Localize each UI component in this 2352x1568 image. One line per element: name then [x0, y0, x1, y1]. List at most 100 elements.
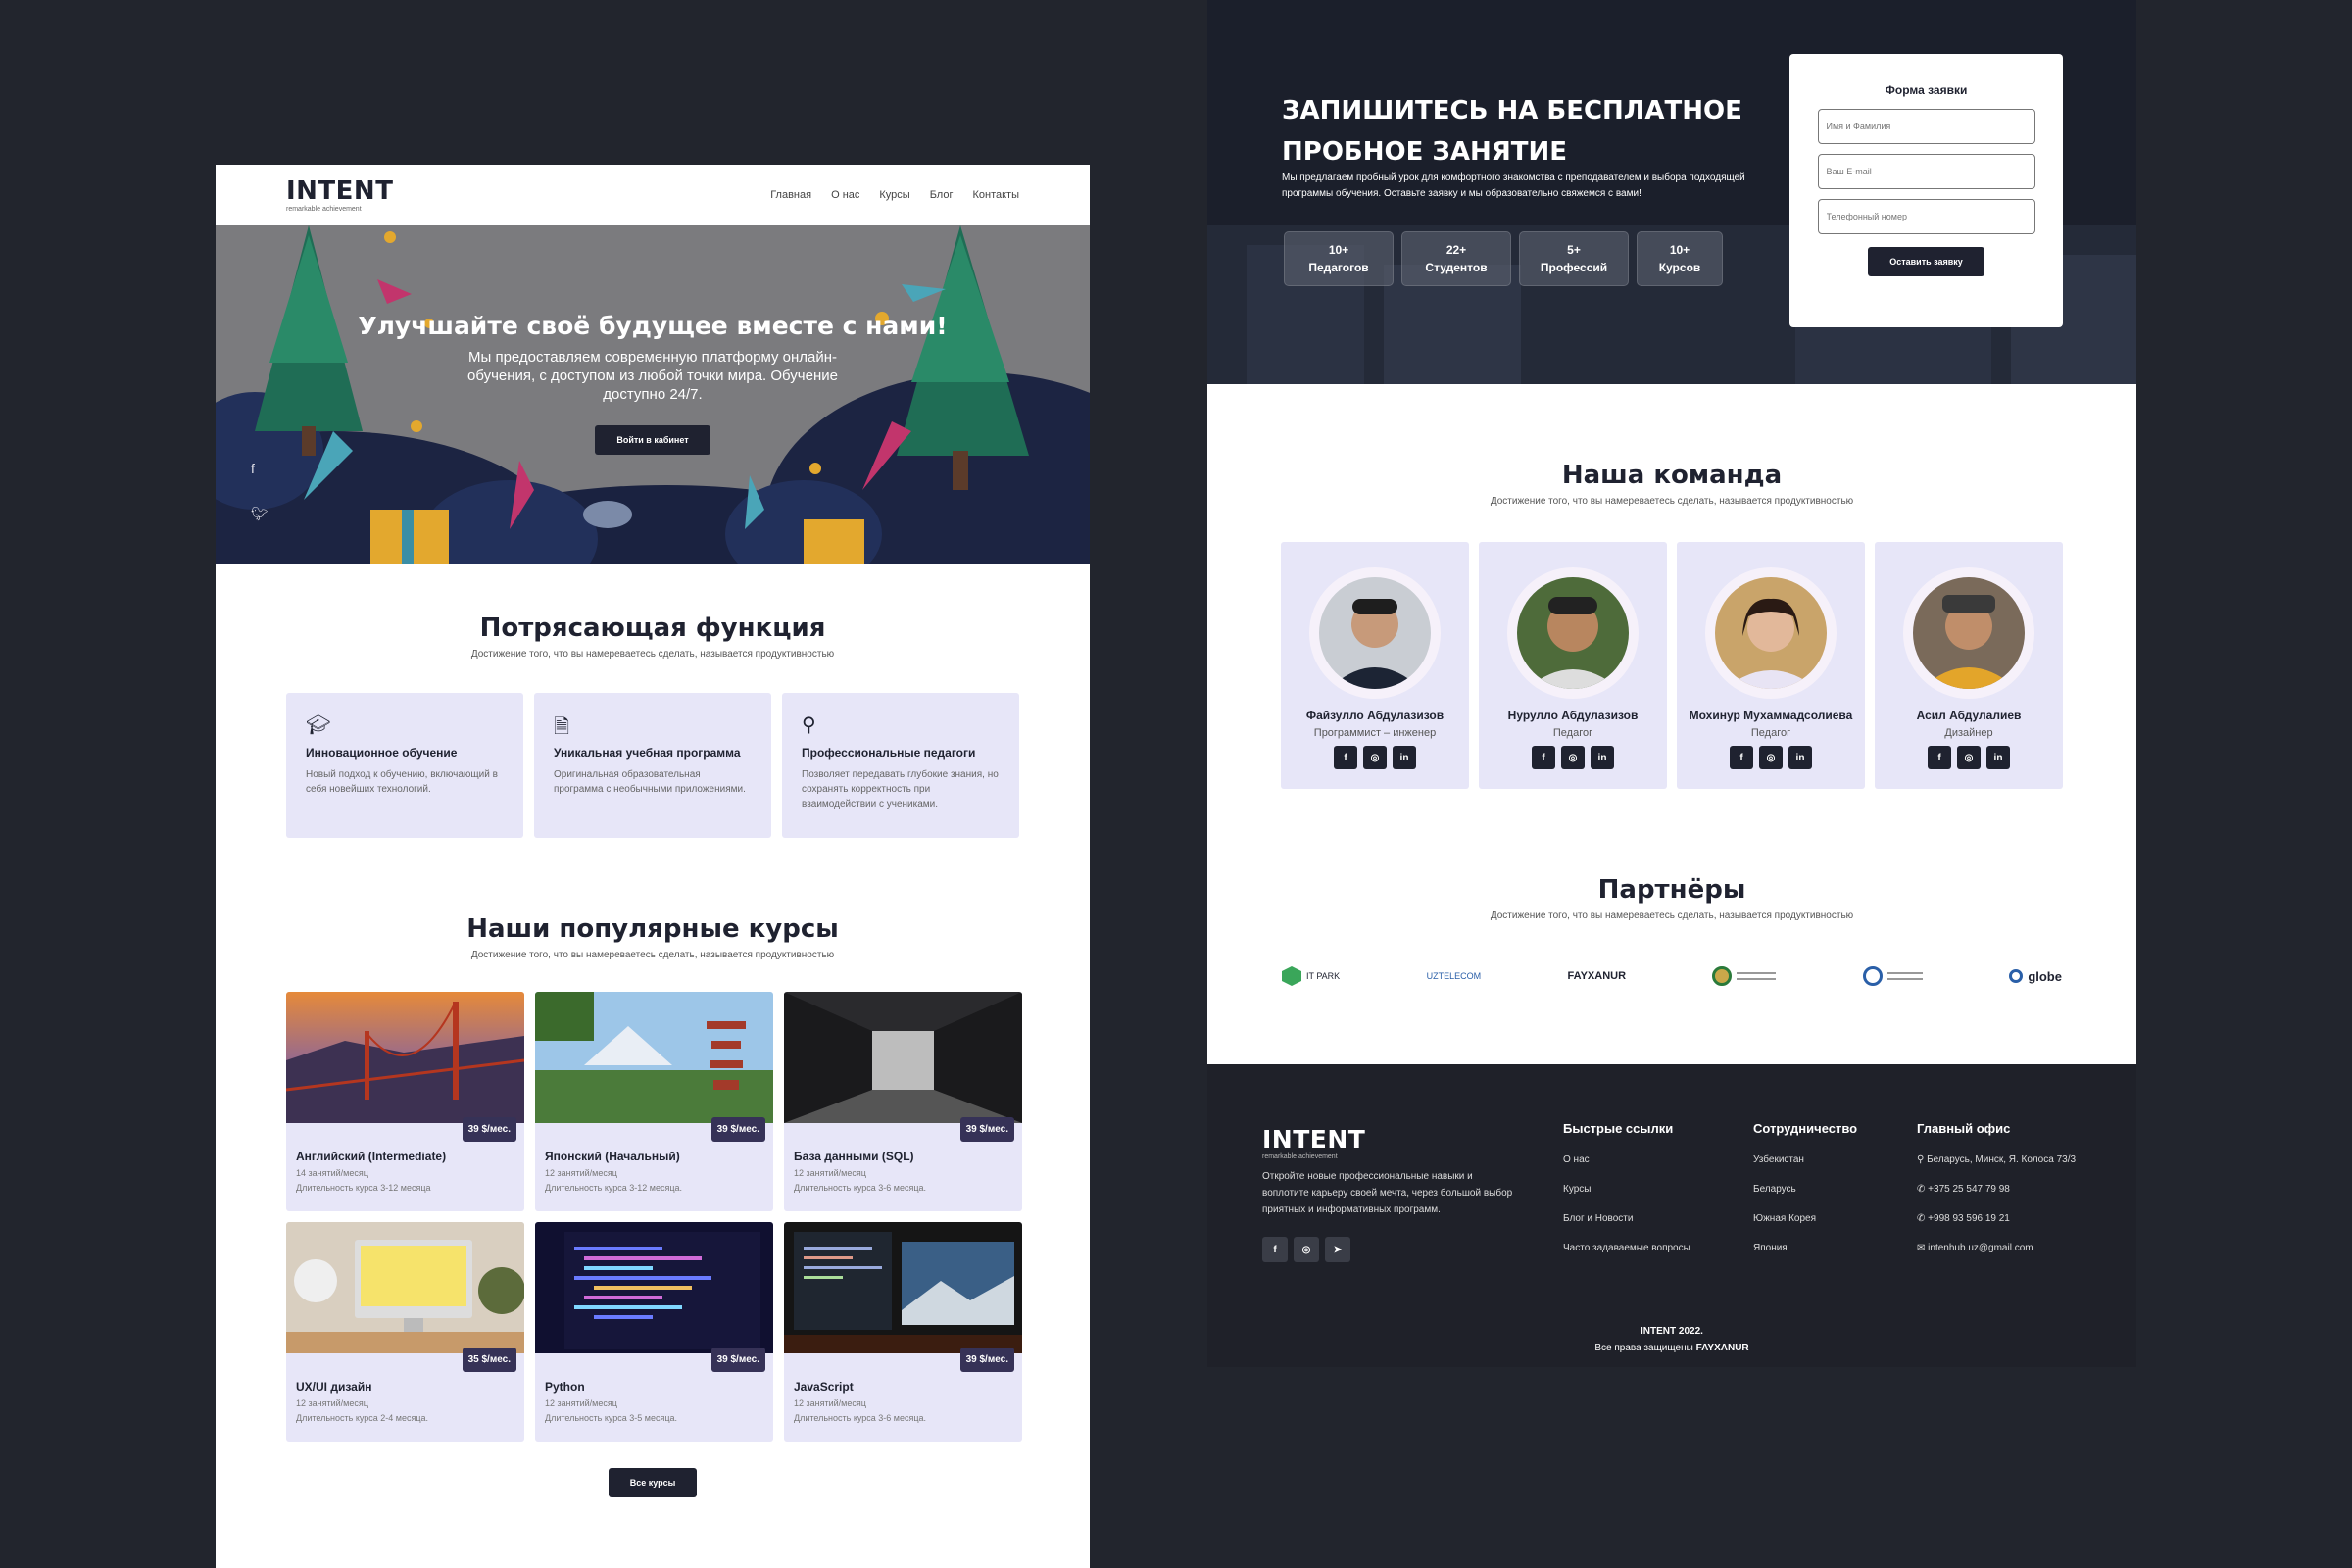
course-price: 39 $/мес.: [710, 1348, 765, 1372]
email-text: intenhub.uz@gmail.com: [1928, 1243, 2034, 1253]
avatar: [1517, 577, 1629, 689]
facebook-icon[interactable]: f: [1262, 1237, 1288, 1262]
partner-uztelecom[interactable]: UZTELECOM: [1427, 971, 1482, 981]
features-subtitle: Достижение того, что вы намереваетесь сд…: [470, 649, 835, 660]
linkedin-icon[interactable]: in: [1393, 746, 1416, 769]
footer-link[interactable]: О нас: [1563, 1154, 1690, 1165]
instagram-icon[interactable]: ◎: [1957, 746, 1981, 769]
partner-name: globe: [2028, 968, 2062, 984]
avatar-ring: [1309, 567, 1441, 699]
footer-link[interactable]: Часто задаваемые вопросы: [1563, 1243, 1690, 1253]
logo-tagline: remarkable achievement: [1262, 1153, 1338, 1160]
footer-link[interactable]: Блог и Новости: [1563, 1213, 1690, 1224]
logo-name: INTENT: [1262, 1125, 1366, 1153]
nav-link-contacts[interactable]: Контакты: [972, 189, 1019, 201]
name-input[interactable]: [1817, 109, 2035, 144]
facebook-icon[interactable]: f: [1928, 746, 1951, 769]
feature-grid: 🎓︎ Инновационное обучение Новый подход к…: [286, 693, 1019, 838]
partner-fayxanur[interactable]: FAYXANUR: [1568, 970, 1627, 982]
instagram-icon[interactable]: ◎: [1363, 746, 1387, 769]
linkedin-icon[interactable]: in: [1788, 746, 1812, 769]
footer-link[interactable]: Курсы: [1563, 1184, 1690, 1195]
signup-title: ЗАПИШИТЕСЬ НА БЕСПЛАТНОЕ ПРОБНОЕ ЗАНЯТИЕ: [1282, 90, 1742, 172]
footer-link[interactable]: Южная Корея: [1753, 1213, 1857, 1224]
course-card[interactable]: 39 $/мес. Python 12 занятий/месяц Длител…: [535, 1222, 773, 1442]
linkedin-icon[interactable]: in: [1986, 746, 2010, 769]
submit-application-button[interactable]: Оставить заявку: [1868, 247, 1984, 276]
facebook-icon[interactable]: f: [1532, 746, 1555, 769]
course-sessions: 12 занятий/месяц: [794, 1168, 866, 1178]
courses-subtitle: Достижение того, что вы намереваетесь сд…: [470, 950, 835, 960]
avatar-ring: [1705, 567, 1837, 699]
course-card[interactable]: 39 $/мес. Японский (Начальный) 12 заняти…: [535, 992, 773, 1211]
partner-emblem-1[interactable]: [1712, 966, 1777, 986]
partner-logos: IT PARK UZTELECOM FAYXANUR globe: [1282, 964, 2062, 988]
stat-value: 10+: [1669, 243, 1690, 257]
itpark-logo-icon: [1282, 966, 1301, 986]
instagram-icon[interactable]: ◎: [1294, 1237, 1319, 1262]
linkedin-icon[interactable]: in: [1591, 746, 1614, 769]
instagram-icon[interactable]: ◎: [1759, 746, 1783, 769]
footer-phone[interactable]: ✆ +998 93 596 19 21: [1917, 1213, 2076, 1224]
logo[interactable]: INTENT remarkable achievement: [286, 178, 393, 213]
nav-link-blog[interactable]: Блог: [930, 189, 954, 201]
stat-label: Студентов: [1425, 261, 1488, 274]
signup-title-line2: ПРОБНОЕ ЗАНЯТИЕ: [1282, 137, 1568, 167]
feature-desc: Новый подход к обучению, включающий в се…: [306, 769, 498, 795]
facebook-icon[interactable]: f: [251, 461, 269, 476]
stats-row: 10+ Педагогов 22+ Студентов 5+ Профессий 10…: [1284, 231, 1723, 286]
stat-value: 10+: [1328, 243, 1349, 257]
course-duration: Длительность курса 3-6 месяца.: [794, 1183, 927, 1193]
phone-input[interactable]: [1817, 199, 2035, 234]
facebook-icon[interactable]: f: [1334, 746, 1357, 769]
partner-globe[interactable]: globe: [2009, 969, 2062, 984]
partner-emblem-2[interactable]: [1862, 966, 1923, 986]
nav-link-courses[interactable]: Курсы: [879, 189, 909, 201]
footer-col-cooperation: Сотрудничество Узбекистан Беларусь Южная…: [1753, 1121, 1857, 1253]
course-card[interactable]: 39 $/мес. Английский (Intermediate) 14 з…: [286, 992, 524, 1211]
courses-section: Наши популярные курсы Достижение того, ч…: [216, 914, 1090, 1497]
footer-link[interactable]: Беларусь: [1753, 1184, 1857, 1195]
facebook-icon[interactable]: f: [1730, 746, 1753, 769]
footer-link[interactable]: Япония: [1753, 1243, 1857, 1253]
instagram-icon[interactable]: ◎: [1561, 746, 1585, 769]
twitter-icon[interactable]: 🐦︎: [251, 506, 269, 522]
login-cabinet-button[interactable]: Войти в кабинет: [595, 425, 710, 455]
signup-section: ЗАПИШИТЕСЬ НА БЕСПЛАТНОЕ ПРОБНОЕ ЗАНЯТИЕ…: [1207, 0, 2136, 384]
footer-copyright: INTENT 2022. Все права защищены FAYXANUR: [1207, 1323, 2136, 1356]
phone-text: +375 25 547 79 98: [1928, 1184, 2010, 1195]
footer-logo[interactable]: INTENT remarkable achievement: [1262, 1127, 1365, 1160]
member-role: Программист – инженер: [1313, 727, 1437, 739]
features-section: Потрясающая функция Достижение того, что…: [216, 613, 1090, 838]
course-card[interactable]: 39 $/мес. База данными (SQL) 12 занятий/…: [784, 992, 1022, 1211]
footer-link[interactable]: Узбекистан: [1753, 1154, 1857, 1165]
location-pin-icon: ⚲: [1917, 1154, 1928, 1165]
partner-itpark[interactable]: IT PARK: [1282, 966, 1340, 986]
emblem-lines: [1737, 972, 1777, 980]
team-section: Наша команда Достижение того, что вы нам…: [1207, 461, 2136, 789]
feature-title: Инновационное обучение: [306, 746, 458, 760]
course-card[interactable]: 39 $/мес. JavaScript 12 занятий/месяц Дл…: [784, 1222, 1022, 1442]
course-image-monitors: [784, 1222, 1022, 1353]
stat-value: 22+: [1446, 243, 1467, 257]
telegram-icon[interactable]: ➤: [1325, 1237, 1350, 1262]
footer-phone[interactable]: ✆ +375 25 547 79 98: [1917, 1184, 2076, 1195]
landing-page-right: ЗАПИШИТЕСЬ НА БЕСПЛАТНОЕ ПРОБНОЕ ЗАНЯТИЕ…: [1207, 0, 2136, 1367]
nav-link-home[interactable]: Главная: [770, 189, 811, 201]
all-courses-button[interactable]: Все курсы: [608, 1468, 698, 1497]
nav-link-about[interactable]: О нас: [831, 189, 859, 201]
course-sessions: 12 занятий/месяц: [545, 1398, 617, 1408]
course-card[interactable]: 35 $/мес. UX/UI дизайн 12 занятий/месяц …: [286, 1222, 524, 1442]
course-duration: Длительность курса 3-12 месяца: [296, 1183, 431, 1193]
stat-professions: 5+ Профессий: [1519, 231, 1629, 286]
course-duration: Длительность курса 3-5 месяца.: [545, 1413, 678, 1423]
footer-email[interactable]: ✉ intenhub.uz@gmail.com: [1917, 1243, 2076, 1253]
footer-col-title: Сотрудничество: [1753, 1121, 1858, 1136]
email-input[interactable]: [1817, 154, 2035, 189]
partners-title: Партнёры: [1597, 875, 1746, 905]
member-role: Педагог: [1750, 727, 1791, 739]
feature-desc: Оригинальная образовательная программа с…: [554, 769, 746, 795]
footer-address: ⚲ Беларусь, Минск, Я. Колоса 73/3: [1917, 1154, 2076, 1165]
avatar-ring: [1903, 567, 2034, 699]
course-price: 39 $/мес.: [710, 1117, 765, 1142]
